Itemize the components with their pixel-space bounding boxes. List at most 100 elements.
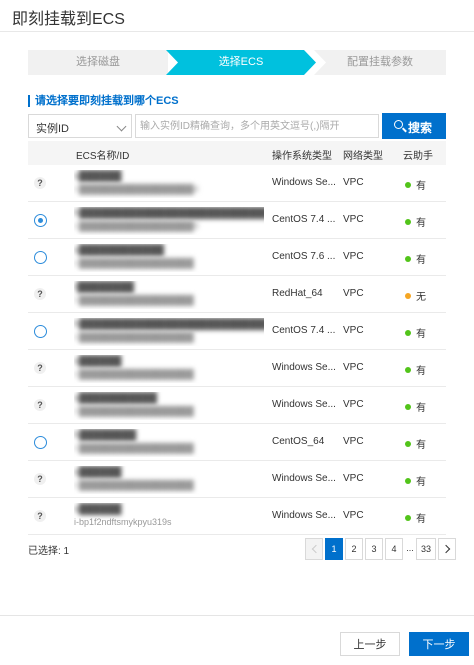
help-icon: ? <box>34 177 48 191</box>
step-label: 选择ECS <box>218 56 264 68</box>
page-button[interactable]: 4 <box>385 538 403 560</box>
selected-count: 已选择: 1 <box>28 546 70 557</box>
network-type: VPC <box>343 288 364 299</box>
table-row[interactable]: h████████████████████████████ i-█████████… <box>28 202 446 239</box>
os-type: CentOS 7.4 ... <box>272 214 336 225</box>
os-type: CentOS 7.4 ... <box>272 325 336 336</box>
status-text: 有 <box>416 440 426 451</box>
radio-icon[interactable] <box>34 251 47 264</box>
table-row[interactable]: ? s██████ i-██████████████████ Windows Se..… <box>28 350 446 387</box>
ecs-id: i-██████████████████ <box>74 443 194 453</box>
search-input[interactable] <box>135 114 379 138</box>
row-radio[interactable] <box>34 436 48 450</box>
ecs-id: i-██████████████████ <box>74 369 194 379</box>
table-row[interactable]: s████████████ i-██████████████████ CentOS … <box>28 239 446 276</box>
dialog-header: 即刻挂载到ECS <box>0 0 474 32</box>
column-header-network: 网络类型 <box>343 151 383 162</box>
cloud-assistant-status: 无 <box>405 288 426 303</box>
table-body: ? s██████ i-██████████████████4 Windows Se.… <box>28 165 446 535</box>
question-mark-icon: ? <box>34 288 46 300</box>
ecs-name-id: s██████ i-bp1f2ndftsmykpyu319s <box>74 503 264 531</box>
column-header-assistant: 云助手 <box>403 151 433 162</box>
select-value: 实例ID <box>36 123 69 135</box>
status-dot-icon <box>405 293 411 299</box>
network-type: VPC <box>343 510 364 521</box>
section-title: 请选择要即刻挂载到哪个ECS <box>28 95 179 107</box>
question-mark-icon: ? <box>34 362 46 374</box>
status-text: 有 <box>416 403 426 414</box>
question-mark-icon: ? <box>34 177 46 189</box>
ecs-name: s██████ <box>74 467 122 478</box>
ecs-name-id: h████████████████████████████ i-█████████… <box>74 207 264 235</box>
status-dot-icon <box>405 219 411 225</box>
status-text: 有 <box>416 514 426 525</box>
question-mark-icon: ? <box>34 399 46 411</box>
status-text: 有 <box>416 329 426 340</box>
ecs-id: i-██████████████████ <box>74 295 194 305</box>
status-dot-icon <box>405 404 411 410</box>
os-type: RedHat_64 <box>272 288 323 299</box>
table-row[interactable]: ? s███████████ i-██████████████████ Windows… <box>28 387 446 424</box>
radio-checked-icon[interactable] <box>34 214 47 227</box>
chevron-left-icon <box>311 544 321 554</box>
page-button[interactable]: 33 <box>416 538 436 560</box>
ecs-name: s███████████ <box>74 393 157 404</box>
ecs-id: i-██████████████████ <box>74 406 194 416</box>
ecs-name-id: h████████ i-██████████████████ <box>74 429 264 457</box>
ecs-id: i-bp1f2ndftsmykpyu319s <box>74 517 172 527</box>
ecs-name: h████████ <box>74 430 137 441</box>
network-type: VPC <box>343 436 364 447</box>
step-select-ecs: 选择ECS <box>166 50 316 75</box>
search-icon <box>394 120 403 129</box>
page-button[interactable]: 2 <box>345 538 363 560</box>
ecs-name-id: r████████ i-██████████████████ <box>74 281 264 309</box>
table-row[interactable]: ? s██████ i-██████████████████4 Windows Se.… <box>28 165 446 202</box>
row-radio[interactable] <box>34 214 48 228</box>
status-dot-icon <box>405 367 411 373</box>
ecs-name: h████████████████████████████ <box>74 319 264 330</box>
ecs-table: ECS名称/ID 操作系统类型 网络类型 云助手 ? s██████ i-█████… <box>28 141 446 535</box>
search-field-select[interactable]: 实例ID <box>28 114 132 138</box>
network-type: VPC <box>343 473 364 484</box>
network-type: VPC <box>343 399 364 410</box>
chevron-down-icon <box>116 121 127 132</box>
search-button[interactable]: 搜索 <box>382 113 446 139</box>
ecs-name: s██████ <box>74 171 122 182</box>
cloud-assistant-status: 有 <box>405 325 426 340</box>
ecs-id: i-██████████████████ <box>74 480 194 490</box>
table-row[interactable]: ? r████████ i-██████████████████ RedHat_64 V… <box>28 276 446 313</box>
page-button[interactable]: 1 <box>325 538 343 560</box>
os-type: Windows Se... <box>272 399 336 410</box>
ecs-name-id: s███████████ i-██████████████████ <box>74 392 264 420</box>
help-icon: ? <box>34 362 48 376</box>
previous-step-button[interactable]: 上一步 <box>340 632 400 656</box>
network-type: VPC <box>343 325 364 336</box>
next-page-button[interactable] <box>438 538 456 560</box>
status-dot-icon <box>405 182 411 188</box>
table-row[interactable]: h████████████████████████████ i-█████████… <box>28 313 446 350</box>
column-header-os: 操作系统类型 <box>272 151 332 162</box>
cloud-assistant-status: 有 <box>405 473 426 488</box>
table-row[interactable]: h████████ i-██████████████████ CentOS_64 VP… <box>28 424 446 461</box>
status-dot-icon <box>405 330 411 336</box>
prev-page-button[interactable] <box>305 538 323 560</box>
next-step-button[interactable]: 下一步 <box>409 632 469 656</box>
step-indicator: 选择磁盘 选择ECS 配置挂载参数 <box>28 50 446 75</box>
ecs-id: i-██████████████████ <box>74 258 194 268</box>
row-radio[interactable] <box>34 251 48 265</box>
radio-icon[interactable] <box>34 436 47 449</box>
search-button-label: 搜索 <box>408 121 433 135</box>
radio-icon[interactable] <box>34 325 47 338</box>
ecs-name-id: s██████ i-██████████████████ <box>74 355 264 383</box>
os-type: CentOS 7.6 ... <box>272 251 336 262</box>
ecs-name: h████████████████████████████ <box>74 208 264 219</box>
row-radio[interactable] <box>34 325 48 339</box>
table-row[interactable]: ? s██████ i-██████████████████ Windows Se..… <box>28 461 446 498</box>
page-button[interactable]: 3 <box>365 538 383 560</box>
status-text: 有 <box>416 181 426 192</box>
ecs-id: i-██████████████████9 <box>74 221 199 231</box>
help-icon: ? <box>34 399 48 413</box>
question-mark-icon: ? <box>34 473 46 485</box>
help-icon: ? <box>34 288 48 302</box>
table-row[interactable]: ? s██████ i-bp1f2ndftsmykpyu319s Windows Se… <box>28 498 446 535</box>
